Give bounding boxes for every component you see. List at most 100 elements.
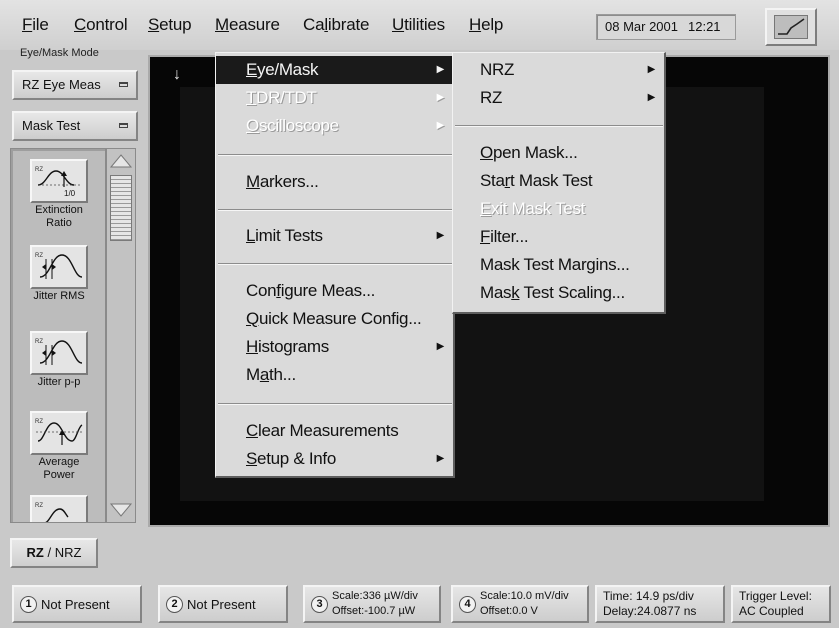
channel-offset-text: Offset:0.0 V <box>480 605 538 617</box>
menu-help[interactable]: Help <box>469 15 503 35</box>
menu-item-mnemonic: M <box>246 172 260 191</box>
menu-file-label: ile <box>32 15 49 34</box>
measurement-label: Extinction <box>35 204 83 216</box>
submenu-arrow-icon: ▶ <box>436 92 445 103</box>
icon-tag-text: RZ <box>35 339 43 345</box>
menu-item-tdr-tdt: TDR/TDT ▶ <box>216 84 454 112</box>
submenu-item-mask-test-scaling[interactable]: Mask Test Scaling... <box>453 279 665 307</box>
menu-utilities[interactable]: Utilities <box>392 15 445 35</box>
menu-item-label: imit Tests <box>255 226 323 245</box>
submenu-item-mask-test-margins[interactable]: Mask Test Margins... <box>453 251 665 279</box>
submenu-item-start-mask-test[interactable]: Start Mask Test <box>453 167 665 195</box>
eye-meas-dropdown[interactable]: RZ Eye Meas <box>12 70 138 100</box>
submenu-item-label: pen Mask... <box>492 143 578 162</box>
menu-item-label: uick Measure Config... <box>258 309 422 328</box>
timebase-settings: Time: 14.9 ps/div Delay:24.0877 ns <box>603 589 696 619</box>
channel-number-badge: 2 <box>166 596 183 613</box>
channel-2-button[interactable]: 2 Not Present <box>158 585 288 623</box>
measure-menu: Eye/Mask ▶ TDR/TDT ▶ Oscilloscope ▶ Mark… <box>215 52 455 478</box>
measurement-label: Ratio <box>46 217 72 229</box>
menu-separator <box>218 263 452 265</box>
submenu-item-label-pre: Mas <box>480 283 512 302</box>
measurement-label: Power <box>43 469 75 481</box>
menu-item-mnemonic: H <box>246 337 258 356</box>
channel-scale-text: Scale:336 µW/div <box>332 590 418 602</box>
channel-offset-text: Offset:-100.7 µW <box>332 605 416 617</box>
jitter-pp-icon: RZ <box>30 331 88 375</box>
menu-item-markers[interactable]: Markers... <box>216 168 454 196</box>
trigger-level-text: Trigger Level: <box>739 589 812 603</box>
trigger-settings: Trigger Level: AC Coupled <box>739 589 812 619</box>
submenu-item-filter[interactable]: Filter... <box>453 223 665 251</box>
icon-tag-text: RZ <box>35 253 43 259</box>
date-time-display: 08 Mar 2001 12:21 <box>596 14 736 40</box>
menu-control[interactable]: Control <box>74 15 128 35</box>
menu-setup-mnemonic: S <box>148 15 160 34</box>
time-text: 12:21 <box>688 19 721 34</box>
scroll-down-icon[interactable] <box>109 500 133 520</box>
channel-settings: Scale:336 µW/div Offset:-100.7 µW <box>332 589 418 619</box>
menu-setup-label: etup <box>159 15 192 34</box>
menu-item-label: igure Meas... <box>280 281 376 300</box>
menu-item-label: DR/TDT <box>256 88 317 107</box>
nrz-label: / NRZ <box>43 545 82 560</box>
submenu-arrow-icon: ▶ <box>647 92 656 103</box>
timebase-button[interactable]: Time: 14.9 ps/div Delay:24.0877 ns <box>595 585 725 623</box>
channel-number-badge: 4 <box>459 596 476 613</box>
menu-item-oscilloscope: Oscilloscope ▶ <box>216 112 454 140</box>
measurement-extinction-ratio[interactable]: RZ 1/0 Extinction Ratio <box>11 159 105 229</box>
trigger-marker-icon: ↓ <box>173 66 181 83</box>
extinction-ratio-icon: RZ 1/0 <box>30 159 88 203</box>
menu-item-mnemonic: Q <box>246 309 259 328</box>
menu-item-setup-info[interactable]: Setup & Info ▶ <box>216 445 454 473</box>
menu-item-quick-measure-config[interactable]: Quick Measure Config... <box>216 305 454 333</box>
menu-item-eye-mask[interactable]: Eye/Mask ▶ <box>216 56 454 84</box>
menu-item-math[interactable]: Math... <box>216 361 454 389</box>
channel-scale-text: Scale:10.0 mV/div <box>480 590 569 602</box>
menu-item-configure-meas[interactable]: Configure Meas... <box>216 277 454 305</box>
measurement-jitter-rms[interactable]: RZ Jitter RMS <box>11 245 105 302</box>
submenu-item-open-mask[interactable]: Open Mask... <box>453 139 665 167</box>
menu-item-label: arkers... <box>259 172 319 191</box>
rz-nrz-toggle[interactable]: RZ / NRZ <box>10 538 98 568</box>
measurement-jitter-pp[interactable]: RZ Jitter p-p <box>11 331 105 388</box>
menu-measure[interactable]: Measure <box>215 15 280 35</box>
channel-1-button[interactable]: 1 Not Present <box>12 585 142 623</box>
menu-item-clear-measurements[interactable]: Clear Measurements <box>216 417 454 445</box>
menu-utilities-mnemonic: U <box>392 15 405 34</box>
measurement-next-partial[interactable]: RZ <box>11 495 105 522</box>
eye-mask-submenu: NRZ ▶ RZ ▶ Open Mask... Start Mask Test … <box>452 52 666 314</box>
date-text: 08 Mar 2001 <box>605 19 678 34</box>
submenu-item-label: NRZ <box>480 60 515 79</box>
scroll-thumb[interactable] <box>110 175 132 241</box>
timebase-delay-text: Delay:24.0877 ns <box>603 604 697 618</box>
trigger-button[interactable]: Trigger Level: AC Coupled <box>731 585 831 623</box>
submenu-item-label: Mask Test Margins... <box>480 255 630 274</box>
mask-test-dropdown[interactable]: Mask Test <box>12 111 138 141</box>
measurement-scrollbar[interactable] <box>106 148 136 523</box>
submenu-item-label: t Mask Test <box>510 171 593 190</box>
menu-item-histograms[interactable]: Histograms ▶ <box>216 333 454 361</box>
submenu-item-label: RZ <box>480 88 503 107</box>
channel-4-button[interactable]: 4 Scale:10.0 mV/div Offset:0.0 V <box>451 585 589 623</box>
menu-measure-mnemonic: M <box>215 15 229 34</box>
icon-tag-text: RZ <box>35 503 43 509</box>
menu-calibrate[interactable]: Calibrate <box>303 15 369 35</box>
menu-setup[interactable]: Setup <box>148 15 192 35</box>
average-power-icon: RZ <box>30 411 88 455</box>
submenu-item-nrz[interactable]: NRZ ▶ <box>453 56 665 84</box>
waveform-icon <box>774 15 808 39</box>
menu-item-label: ye/Mask <box>257 60 319 79</box>
scope-view-button[interactable] <box>765 8 817 46</box>
menu-calibrate-label-pre: Ca <box>303 15 325 34</box>
menu-item-limit-tests[interactable]: Limit Tests ▶ <box>216 222 454 250</box>
submenu-item-rz[interactable]: RZ ▶ <box>453 84 665 112</box>
menu-item-mnemonic: T <box>246 88 257 107</box>
timebase-scale-text: Time: 14.9 ps/div <box>603 589 694 603</box>
measurement-average-power[interactable]: RZ Average Power <box>11 411 105 481</box>
menu-file[interactable]: File <box>22 15 49 35</box>
channel-3-button[interactable]: 3 Scale:336 µW/div Offset:-100.7 µW <box>303 585 441 623</box>
scroll-up-icon[interactable] <box>109 151 133 171</box>
menu-control-mnemonic: C <box>74 15 87 34</box>
dropdown-icon <box>119 123 128 128</box>
